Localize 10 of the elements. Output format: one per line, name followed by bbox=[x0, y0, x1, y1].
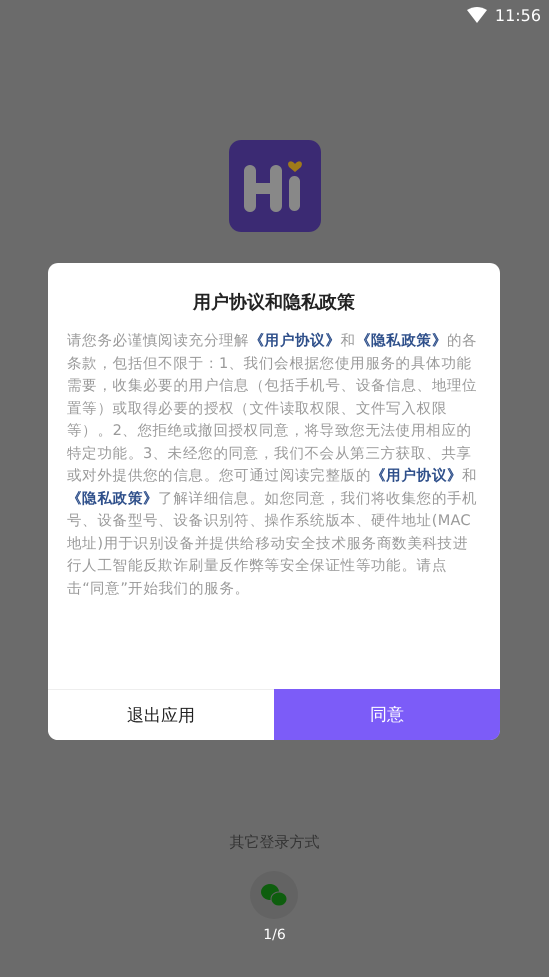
other-login-label: 其它登录方式 bbox=[230, 833, 320, 852]
app-logo-icon bbox=[228, 140, 320, 232]
agree-button[interactable]: 同意 bbox=[274, 689, 500, 740]
wifi-icon bbox=[466, 7, 487, 23]
page-indicator: 1/6 bbox=[263, 927, 286, 943]
dialog-title: 用户协议和隐私政策 bbox=[192, 291, 356, 314]
wechat-login-icon[interactable] bbox=[250, 871, 298, 919]
exit-app-button[interactable]: 退出应用 bbox=[48, 689, 274, 740]
dialog-body-text: 请您务必谨慎阅读充分理解《用户协议》和《隐私政策》的各条款，包括但不限于：1、我们会根据您使用服务的具体功能需要，收集必要的用户信息（包括手机号、设备信息、地理位置等）或取得必要的授权（文件读取权限、文件写入权限等）。2、您拒绝或撤回授权同意，将导致您无法使用相应的特定功能。3、未经您的同意，我们不会从第三方获取、共享或对外提供您的信息。您可通过阅读完整版的《用户协议》和《隐私政策》了解详细信息。如您同意，我们将收集您的手机号、设备型号、设备识别符、操作系统版本、硬件地址(MAC地址)用于识别设备并提供给移动安全技术服务商数美科技进行人工智能反欺诈刷量反作弊等安全保证性等功能。请点击“同意”开始我们的服务。 bbox=[66, 331, 478, 598]
status-time: 11:56 bbox=[494, 6, 541, 24]
